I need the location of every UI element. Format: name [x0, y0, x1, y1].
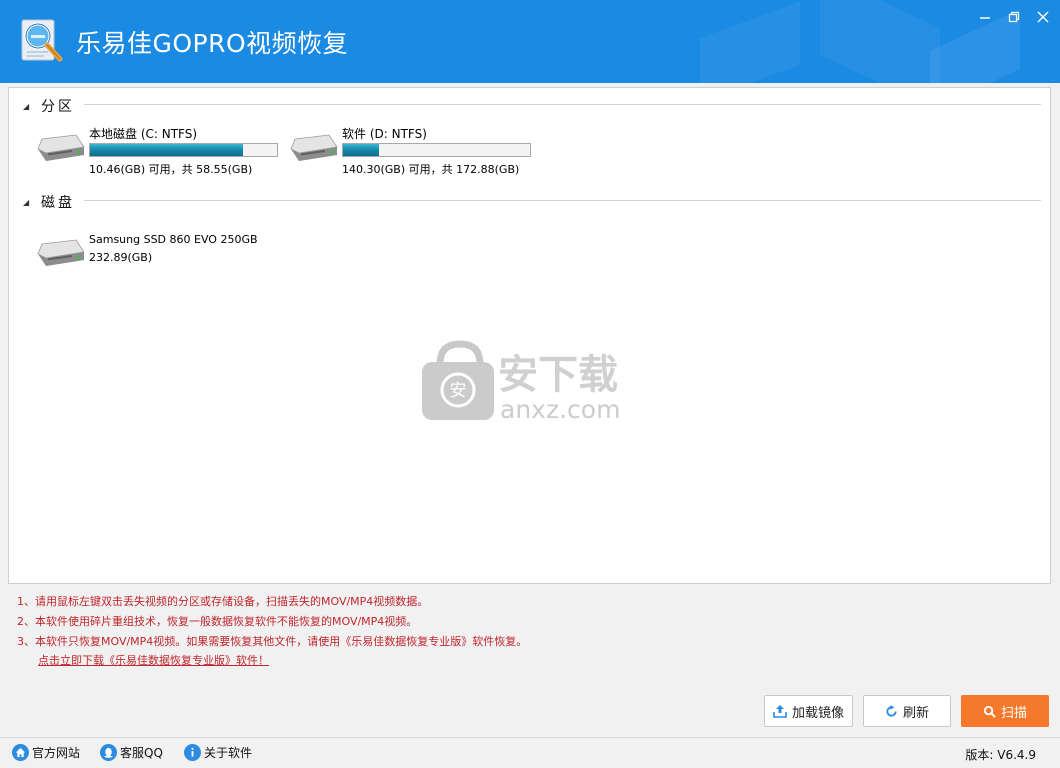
search-icon [983, 705, 996, 718]
download-pro-link[interactable]: 点击立即下载《乐易佳数据恢复专业版》软件！ [38, 652, 269, 668]
version-text: 版本: V6.4.9 [965, 748, 1036, 762]
restore-icon [1008, 11, 1020, 23]
scan-button[interactable]: 扫描 [961, 695, 1049, 727]
status-bar: 官方网站 客服QQ 关于软件 版本: V6.4.9 [0, 737, 1060, 768]
info-icon [184, 744, 201, 761]
hard-drive-icon [37, 239, 85, 266]
hard-drive-icon [37, 134, 85, 161]
title-decoration [700, 1, 800, 83]
about-label: 关于软件 [204, 746, 253, 760]
partition-name: 软件 (D: NTFS) [342, 127, 427, 141]
instruction-line: 3、本软件只恢复MOV/MP4视频。如果需要恢复其他文件，请使用《乐易佳数据恢复… [17, 635, 528, 648]
app-title: 乐易佳GOPRO视频恢复 [76, 29, 349, 58]
watermark-text: 安下载 [498, 352, 618, 398]
minimize-button[interactable] [972, 6, 998, 28]
instruction-line: 2、本软件使用碎片重组技术，恢复一般数据恢复软件不能恢复的MOV/MP4视频。 [17, 615, 418, 628]
collapse-arrow-icon[interactable]: ◢ [23, 198, 41, 207]
official-website-link[interactable]: 官方网站 [12, 744, 80, 761]
disk-item[interactable]: Samsung SSD 860 EVO 250GB 232.89(GB) [36, 233, 286, 273]
partition-item-d[interactable]: 软件 (D: NTFS) 140.30(GB) 可用，共 172.88(GB) [289, 125, 539, 177]
load-image-button[interactable]: 加载镜像 [764, 695, 853, 727]
qq-icon [100, 744, 117, 761]
group-divider [84, 200, 1041, 201]
official-website-label: 官方网站 [32, 746, 81, 760]
title-decoration [820, 0, 940, 83]
watermark-domain: anxz.com [500, 395, 620, 424]
collapse-arrow-icon[interactable]: ◢ [23, 102, 41, 111]
partition-name: 本地磁盘 (C: NTFS) [89, 127, 198, 141]
partitions-group-header[interactable]: ◢ 分区 [23, 96, 75, 116]
minimize-icon [980, 17, 990, 19]
restore-button[interactable] [1001, 6, 1027, 28]
upload-icon [773, 705, 787, 718]
partition-usage-bar [89, 143, 278, 157]
watermark-lock-icon: 安 安下载 anxz.com [422, 340, 620, 424]
partition-usage-bar [342, 143, 531, 157]
refresh-label: 刷新 [902, 705, 929, 721]
device-list-panel: ◢ 分区 本地磁盘 (C: NTFS) 10.46(GB) 可用，共 58.55… [8, 87, 1051, 584]
load-image-label: 加载镜像 [791, 705, 844, 721]
refresh-icon [886, 704, 897, 717]
partition-usage-fill [343, 144, 379, 156]
watermark: 安 安下载 anxz.com [420, 340, 640, 424]
close-button[interactable] [1030, 6, 1056, 28]
partition-usage-fill [90, 144, 244, 156]
close-icon [1037, 11, 1049, 23]
title-bar: 乐易佳GOPRO视频恢复 [0, 0, 1060, 83]
refresh-button[interactable]: 刷新 [863, 695, 951, 727]
app-logo-icon [21, 19, 63, 62]
disk-name: Samsung SSD 860 EVO 250GB [89, 233, 258, 246]
about-link[interactable]: 关于软件 [184, 744, 252, 761]
support-qq-link[interactable]: 客服QQ [100, 744, 163, 761]
watermark-glyph: 安 [450, 381, 467, 401]
partition-size-text: 140.30(GB) 可用，共 172.88(GB) [342, 163, 520, 176]
instruction-line: 1、请用鼠标左键双击丢失视频的分区或存储设备，扫描丢失的MOV/MP4视频数据。 [17, 595, 429, 608]
disks-group-header[interactable]: ◢ 磁盘 [23, 192, 75, 212]
scan-label: 扫描 [1000, 705, 1027, 721]
partitions-group-label: 分区 [41, 99, 75, 115]
partition-size-text: 10.46(GB) 可用，共 58.55(GB) [89, 163, 253, 176]
group-divider [84, 104, 1041, 105]
disks-group-label: 磁盘 [41, 195, 75, 211]
partition-item-c[interactable]: 本地磁盘 (C: NTFS) 10.46(GB) 可用，共 58.55(GB) [36, 125, 286, 177]
hard-drive-icon [290, 134, 338, 161]
instructions: 1、请用鼠标左键双击丢失视频的分区或存储设备，扫描丢失的MOV/MP4视频数据。… [17, 592, 527, 652]
support-qq-label: 客服QQ [120, 746, 163, 760]
home-icon [12, 744, 29, 761]
disk-size-text: 232.89(GB) [89, 251, 153, 264]
